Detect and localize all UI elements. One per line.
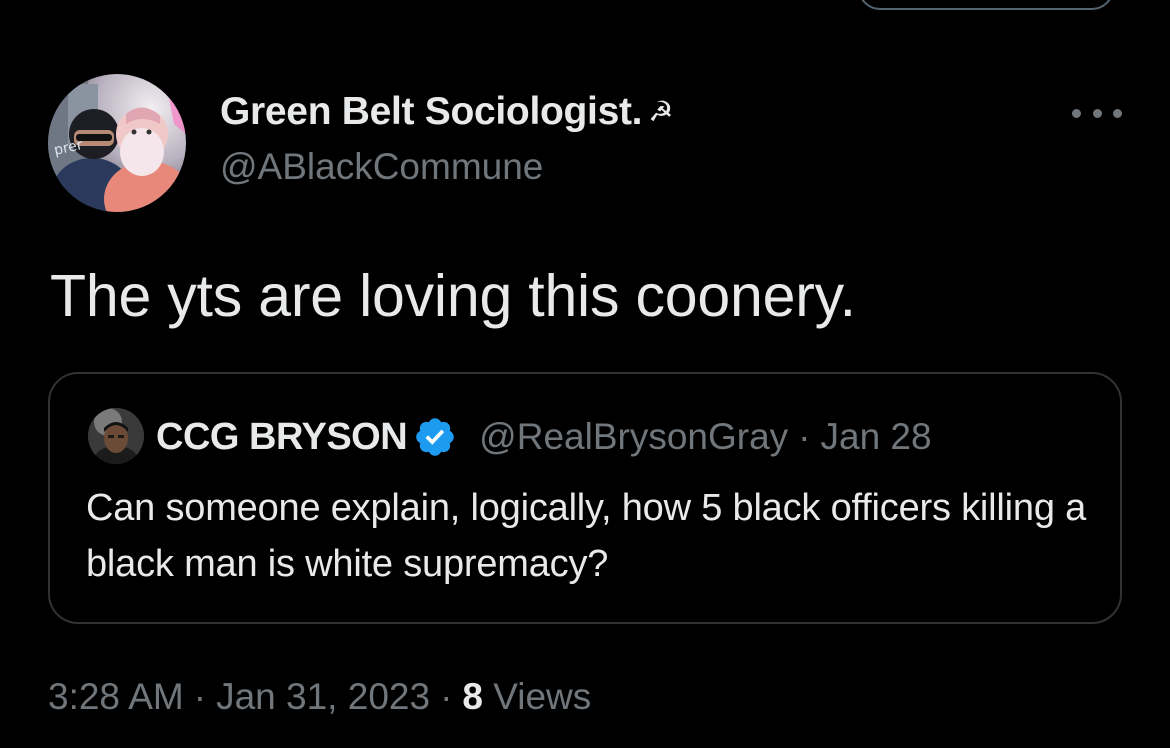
views-count: 8 (462, 676, 483, 717)
quoted-author-name[interactable]: CCG BRYSON (156, 416, 408, 459)
hammer-sickle-emoji: ☭ (648, 96, 673, 127)
quoted-author-handle[interactable]: @RealBrysonGray (479, 416, 788, 458)
author-display-name[interactable]: Green Belt Sociologist. ☭ (220, 90, 673, 134)
tweet-meta: 3:28 AM · Jan 31, 2023 · 8 Views (48, 676, 591, 718)
tweet-text: The yts are loving this coonery. (50, 263, 856, 329)
meta-separator: · (193, 676, 207, 717)
more-dot (1092, 108, 1102, 118)
author-name-text: Green Belt Sociologist. (220, 90, 643, 133)
views-label: Views (493, 676, 592, 717)
quoted-tweet-date[interactable]: Jan 28 (821, 416, 932, 458)
quoted-author-avatar[interactable] (88, 408, 144, 464)
quoted-avatar-image (88, 408, 144, 464)
tweet-time[interactable]: 3:28 AM (48, 676, 184, 717)
verified-badge-icon (416, 418, 454, 456)
more-dot (1072, 108, 1081, 118)
author-handle[interactable]: @ABlackCommune (220, 146, 543, 188)
tweet-date[interactable]: Jan 31, 2023 (216, 676, 430, 717)
tweet-detail-view: prer Green Belt Sociologist. ☭ @ABlackCom… (0, 0, 1170, 748)
more-dot (1113, 108, 1122, 118)
quoted-tweet-card[interactable]: CCG BRYSON @RealBrysonGray · Jan 28 Can … (48, 372, 1122, 624)
more-horizontal-icon[interactable] (1072, 96, 1122, 130)
follow-button[interactable] (858, 0, 1114, 10)
quoted-tweet-header: CCG BRYSON @RealBrysonGray · Jan 28 (156, 412, 932, 462)
meta-separator: · (440, 676, 453, 717)
author-avatar[interactable]: prer (48, 74, 186, 212)
quoted-tweet-text: Can someone explain, logically, how 5 bl… (86, 487, 1087, 585)
quoted-separator: · (798, 416, 811, 457)
author-avatar-image: prer (48, 74, 186, 212)
